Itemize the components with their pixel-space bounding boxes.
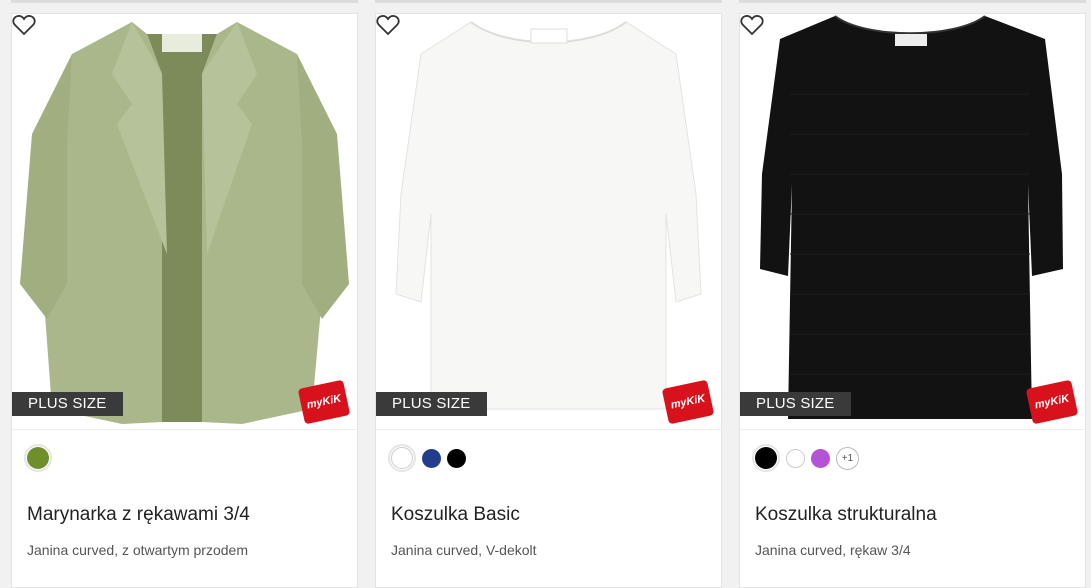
- color-swatch-white[interactable]: [388, 444, 416, 472]
- color-swatch-black[interactable]: [752, 444, 780, 472]
- product-card[interactable]: PLUS SIZE myKiK +1 Koszulka strukturalna…: [739, 13, 1086, 588]
- product-title[interactable]: Koszulka Basic: [391, 504, 520, 526]
- top-strip: [375, 0, 722, 3]
- product-description: Janina curved, V-dekolt: [391, 542, 537, 558]
- product-description: Janina curved, z otwartym przodem: [27, 542, 248, 558]
- product-description: Janina curved, rękaw 3/4: [755, 542, 911, 558]
- product-card[interactable]: PLUS SIZE myKiK Koszulka Basic Janina cu…: [375, 13, 722, 588]
- plus-size-badge: PLUS SIZE: [740, 392, 851, 416]
- divider: [740, 429, 1085, 430]
- plus-size-badge: PLUS SIZE: [376, 392, 487, 416]
- color-swatch-black[interactable]: [447, 448, 466, 468]
- color-swatches: +1: [752, 444, 859, 472]
- plus-size-badge: PLUS SIZE: [12, 392, 123, 416]
- color-swatches: [388, 444, 466, 472]
- blazer-image: [20, 22, 349, 424]
- product-card[interactable]: PLUS SIZE myKiK Marynarka z rękawami 3/4…: [11, 13, 358, 588]
- color-swatch-white[interactable]: [786, 448, 805, 468]
- heart-outline-icon[interactable]: [740, 14, 764, 36]
- product-image[interactable]: PLUS SIZE myKiK: [740, 14, 1085, 429]
- white-tshirt-image: [395, 21, 702, 410]
- heart-outline-icon[interactable]: [376, 14, 400, 36]
- product-image[interactable]: PLUS SIZE myKiK: [376, 14, 721, 429]
- more-colors-button[interactable]: +1: [836, 446, 859, 470]
- black-tshirt-image: [760, 15, 1063, 419]
- product-title[interactable]: Koszulka strukturalna: [755, 504, 937, 526]
- divider: [376, 429, 721, 430]
- color-swatch-green[interactable]: [24, 444, 52, 472]
- product-image[interactable]: PLUS SIZE myKiK: [12, 14, 357, 429]
- product-title[interactable]: Marynarka z rękawami 3/4: [27, 504, 250, 526]
- color-swatches: [24, 444, 52, 472]
- top-strip: [11, 0, 358, 3]
- heart-outline-icon[interactable]: [12, 14, 36, 36]
- divider: [12, 429, 357, 430]
- color-swatch-navy[interactable]: [422, 448, 441, 468]
- top-strip: [739, 0, 1086, 3]
- color-swatch-purple[interactable]: [811, 448, 830, 468]
